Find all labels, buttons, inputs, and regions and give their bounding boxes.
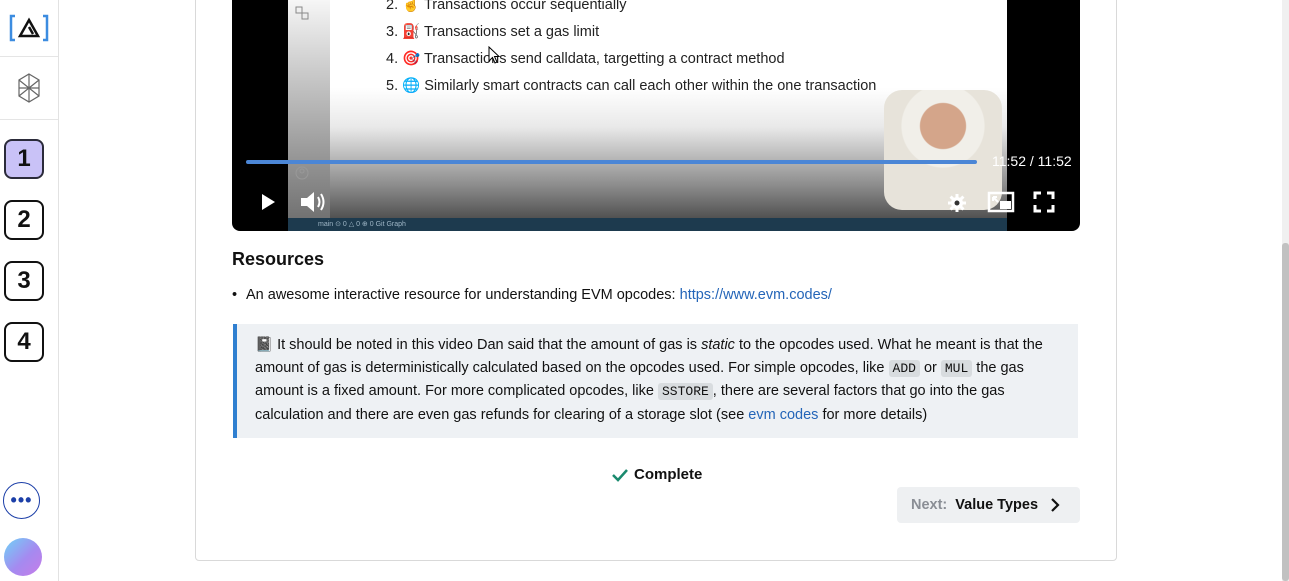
gear-icon <box>948 194 966 212</box>
evm-codes-link[interactable]: https://www.evm.codes/ <box>680 287 832 303</box>
chevron-right-icon <box>1051 498 1060 512</box>
video-progress-bar[interactable] <box>246 160 977 164</box>
step-2-button[interactable]: 2 <box>4 200 44 240</box>
mouse-cursor-icon <box>488 46 500 64</box>
resource-text: An awesome interactive resource for unde… <box>246 287 680 303</box>
next-prefix: Next: <box>911 497 948 513</box>
play-button[interactable] <box>256 190 280 214</box>
video-time: 11:52 / 11:52 <box>992 153 1072 169</box>
complete-status[interactable]: Complete <box>612 466 702 483</box>
app-logo[interactable] <box>0 0 58 57</box>
hex-lattice-icon <box>18 73 40 103</box>
slide-item: 4. 🎯 Transactions send calldata, targett… <box>386 51 785 67</box>
more-icon: ••• <box>10 490 33 510</box>
more-options-button[interactable]: ••• <box>3 482 40 519</box>
note-text: for more details) <box>818 406 928 423</box>
resources-heading: Resources <box>232 249 325 269</box>
next-label: Value Types <box>955 497 1039 513</box>
editor-status-bar: main ⊙ 0 △ 0 ⊕ 0 Git Graph <box>288 218 1007 231</box>
avatar[interactable] <box>4 538 42 576</box>
slide-item: 3. ⛽ Transactions set a gas limit <box>386 24 600 40</box>
step-label: 1 <box>17 145 31 172</box>
sidebar: 1 2 3 4 ••• <box>0 0 59 581</box>
step-3-button[interactable]: 3 <box>4 261 44 301</box>
step-label: 3 <box>17 267 31 294</box>
step-4-button[interactable]: 4 <box>4 322 44 362</box>
explorer-icon <box>295 6 309 20</box>
volume-button[interactable] <box>298 189 330 215</box>
code-sstore: SSTORE <box>657 383 713 401</box>
step-label: 4 <box>17 328 31 355</box>
code-mul: MUL <box>940 359 973 377</box>
note-text: or <box>919 359 941 376</box>
pip-icon <box>987 191 1015 213</box>
check-icon <box>612 468 628 482</box>
play-icon <box>262 194 275 210</box>
resource-list-item: • An awesome interactive resource for un… <box>232 287 832 303</box>
status-text: main ⊙ 0 △ 0 ⊕ 0 Git Graph <box>318 221 406 228</box>
presenter-webcam <box>884 90 1002 210</box>
evm-codes-inline-link[interactable]: evm codes <box>748 407 818 423</box>
scrollbar-thumb[interactable] <box>1282 243 1289 581</box>
fullscreen-button[interactable] <box>1032 190 1056 214</box>
fullscreen-icon <box>1033 191 1055 213</box>
step-1-button[interactable]: 1 <box>4 139 44 179</box>
code-add: ADD <box>888 359 920 377</box>
volume-icon <box>301 192 325 212</box>
course-logo[interactable] <box>0 57 58 120</box>
note-text: It should be noted in this video Dan sai… <box>273 337 702 353</box>
account-icon <box>295 166 309 180</box>
settings-button[interactable] <box>945 191 969 215</box>
slide-list: 2. ☝ Transactions occur sequentially 3. … <box>386 0 876 100</box>
notebook-icon: 📓 <box>255 337 274 353</box>
step-label: 2 <box>17 206 31 233</box>
complete-label: Complete <box>634 466 703 483</box>
slide-item: 2. ☝ Transactions occur sequentially <box>386 0 627 13</box>
picture-in-picture-button[interactable] <box>986 190 1016 214</box>
note-emphasis: static <box>701 337 735 353</box>
note-callout: 📓 It should be noted in this video Dan s… <box>233 324 1078 438</box>
logo-icon <box>9 14 49 42</box>
slide-item: 5. 🌐 Similarly smart contracts can call … <box>386 78 877 94</box>
bullet: • <box>232 287 238 303</box>
next-lesson-button[interactable]: Next: Value Types <box>897 487 1080 523</box>
